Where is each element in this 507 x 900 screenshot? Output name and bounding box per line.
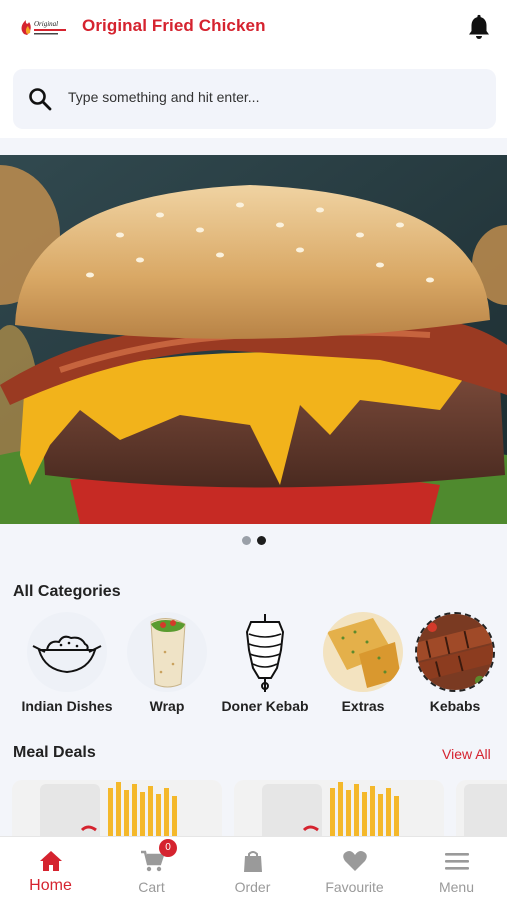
app-title: Original Fried Chicken	[82, 16, 266, 35]
meal-deal-image	[456, 780, 507, 840]
meal-deal-image	[12, 780, 222, 840]
categories-title: All Categories	[13, 583, 121, 600]
view-all-link[interactable]: View All	[442, 746, 491, 762]
app-header: Original Original Fried Chicken	[0, 0, 507, 56]
carousel-dot-active[interactable]	[256, 536, 266, 545]
menu-icon	[445, 853, 469, 870]
meal-deal-card[interactable]	[456, 780, 507, 840]
category-label: Indian Dishes	[21, 698, 113, 714]
category-doner-kebab[interactable]: Doner Kebab	[210, 612, 320, 714]
garlic-bread-image	[323, 612, 403, 692]
nav-order-label: Order	[234, 879, 271, 895]
kebab-image	[415, 612, 495, 692]
nav-menu[interactable]: Menu	[406, 837, 507, 900]
rice-bowl-icon	[27, 612, 107, 692]
hero-banner-image[interactable]	[0, 155, 507, 524]
category-label: Wrap	[149, 698, 185, 714]
category-indian-dishes[interactable]: Indian Dishes	[12, 612, 122, 714]
brand-logo: Original	[21, 20, 66, 35]
carousel-dot[interactable]	[241, 536, 251, 545]
nav-cart-label: Cart	[138, 879, 165, 895]
search-placeholder: Type something and hit enter...	[68, 89, 260, 105]
category-kebabs[interactable]: Kebabs	[400, 612, 507, 714]
category-label: Kebabs	[429, 698, 481, 714]
category-list: Indian Dishes Wrap Doner Kebab Extras Ke…	[0, 612, 507, 722]
home-icon	[40, 851, 62, 871]
cart-badge: 0	[159, 839, 177, 857]
search-input[interactable]: Type something and hit enter...	[13, 69, 496, 129]
nav-cart[interactable]: 0 Cart	[101, 837, 202, 900]
search-icon	[29, 88, 52, 111]
nav-favourite-label: Favourite	[325, 879, 384, 895]
meal-deal-card[interactable]	[12, 780, 222, 840]
app-screen: Original Original Fried Chicken Type som…	[0, 0, 507, 900]
nav-home-label: Home	[29, 877, 72, 894]
wrap-icon	[127, 612, 207, 692]
nav-favourite[interactable]: Favourite	[304, 837, 405, 900]
carousel-dots	[0, 536, 507, 545]
nav-home[interactable]: Home	[0, 837, 101, 900]
heart-icon	[343, 851, 367, 871]
nav-menu-label: Menu	[438, 879, 475, 895]
nav-order[interactable]: Order	[202, 837, 303, 900]
search-container: Type something and hit enter...	[0, 56, 507, 138]
meal-deal-image	[234, 780, 444, 840]
meal-deal-card[interactable]	[234, 780, 444, 840]
bell-icon[interactable]	[466, 14, 492, 42]
doner-kebab-icon	[225, 612, 305, 692]
bag-icon	[244, 851, 262, 872]
category-label: Doner Kebab	[221, 698, 309, 714]
burger-illustration	[0, 155, 507, 524]
bottom-navigation: Home 0 Cart Order Favourite Menu	[0, 836, 507, 900]
svg-text:Original: Original	[34, 20, 58, 28]
meal-deals-title: Meal Deals	[13, 744, 96, 761]
category-wrap[interactable]: Wrap	[112, 612, 222, 714]
meal-deals-list	[0, 780, 507, 840]
